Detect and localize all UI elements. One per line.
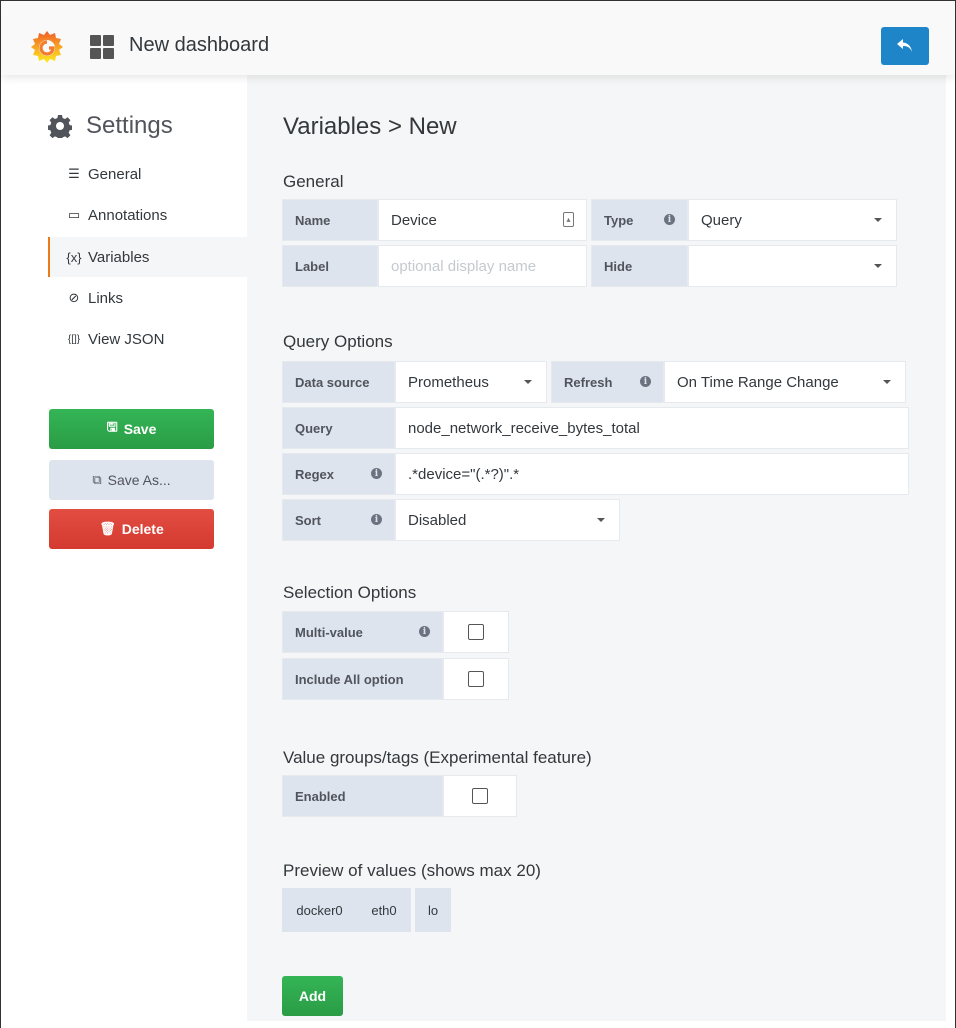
sort-label: Sort i	[282, 499, 395, 541]
comment-icon: ▭	[67, 207, 81, 222]
caret-down-icon	[883, 380, 891, 384]
dashboard-grid-icon[interactable]	[90, 35, 114, 59]
type-select[interactable]: Query	[688, 199, 897, 241]
type-select-value: Query	[701, 211, 742, 229]
sidebar-item-label: View JSON	[88, 330, 165, 348]
sidebar-item-annotations[interactable]: ▭ Annotations	[48, 195, 247, 235]
save-as-label: Save As...	[107, 472, 171, 488]
type-label: Type i	[591, 199, 688, 241]
regex-label-text: Regex	[295, 466, 335, 482]
trash-icon: 🗑	[99, 521, 116, 536]
preview-value-tag: lo	[415, 888, 451, 932]
caret-down-icon	[524, 380, 532, 384]
caret-down-icon	[597, 518, 605, 522]
copy-icon: ⧉	[92, 472, 102, 487]
query-input[interactable]: node_network_receive_bytes_total	[395, 407, 909, 449]
floppy-icon: 🖫	[106, 419, 118, 434]
sidebar-item-label: Annotations	[88, 206, 168, 224]
query-options-heading: Query Options	[283, 332, 393, 351]
preview-value-tag: eth0	[357, 888, 411, 932]
multi-value-toggle[interactable]	[443, 611, 509, 653]
type-label-text: Type	[604, 212, 634, 228]
link-icon: ⊘	[68, 290, 80, 305]
refresh-label-text: Refresh	[564, 374, 613, 390]
enabled-checkbox[interactable]	[472, 788, 488, 804]
sidebar-item-general[interactable]: ☰ General	[48, 154, 247, 194]
include-all-label: Include All option	[282, 658, 443, 700]
regex-input[interactable]: .*device="(.*?)".*	[395, 453, 909, 495]
multi-value-label-text: Multi-value	[295, 624, 363, 640]
preview-value-tag: docker0	[282, 888, 357, 932]
delete-label: Delete	[121, 521, 164, 537]
include-all-checkbox[interactable]	[468, 671, 484, 687]
label-input[interactable]: optional display name	[378, 245, 587, 287]
query-label: Query	[282, 407, 395, 449]
refresh-value: On Time Range Change	[677, 373, 839, 391]
enabled-label: Enabled	[282, 775, 443, 817]
refresh-label: Refresh i	[551, 361, 664, 403]
sidebar-item-label: Links	[88, 289, 124, 307]
caret-down-icon	[874, 264, 882, 268]
caret-down-icon	[874, 218, 882, 222]
preview-heading: Preview of values (shows max 20)	[283, 861, 541, 880]
settings-title: Settings	[86, 112, 173, 139]
regex-label: Regex i	[282, 453, 395, 495]
page-title: Variables > New	[283, 113, 457, 140]
include-all-toggle[interactable]	[443, 658, 509, 700]
autofill-icon: ▴	[563, 212, 574, 227]
sidebar-item-label: Variables	[88, 248, 150, 266]
sidebar-item-links[interactable]: ⊘ Links	[48, 278, 247, 318]
json-icon: {[]}	[67, 333, 81, 345]
sidebar-item-view-json[interactable]: {[]} View JSON	[48, 319, 247, 359]
sort-label-text: Sort	[295, 512, 321, 528]
variable-icon: {x}	[66, 249, 82, 265]
save-label: Save	[123, 421, 157, 437]
top-navbar: New dashboard	[1, 1, 955, 75]
name-input-value: Device	[391, 211, 437, 229]
info-icon[interactable]: i	[664, 214, 675, 225]
value-groups-heading: Value groups/tags (Experimental feature)	[283, 748, 592, 767]
add-button[interactable]: Add	[282, 976, 343, 1016]
refresh-select[interactable]: On Time Range Change	[664, 361, 906, 403]
multi-value-checkbox[interactable]	[468, 624, 484, 640]
enabled-toggle[interactable]	[443, 775, 517, 817]
gear-icon	[48, 115, 72, 138]
delete-button[interactable]: 🗑 Delete	[49, 509, 214, 549]
datasource-label: Data source	[282, 361, 395, 403]
hide-label: Hide	[591, 245, 688, 287]
datasource-select[interactable]: Prometheus	[395, 361, 547, 403]
sort-value: Disabled	[408, 511, 467, 529]
multi-value-label: Multi-value i	[282, 611, 443, 653]
sort-select[interactable]: Disabled	[395, 499, 620, 541]
label-label: Label	[282, 245, 378, 287]
dashboard-title[interactable]: New dashboard	[129, 34, 269, 57]
info-icon[interactable]: i	[371, 514, 382, 525]
selection-options-heading: Selection Options	[283, 583, 417, 602]
hide-select[interactable]	[688, 245, 897, 287]
reply-icon	[897, 39, 912, 52]
sidebar-item-label: General	[88, 165, 142, 183]
sidebar-item-variables[interactable]: {x} Variables	[48, 237, 247, 277]
info-icon[interactable]: i	[640, 376, 651, 387]
info-icon[interactable]: i	[371, 468, 382, 479]
save-as-button[interactable]: ⧉ Save As...	[49, 460, 214, 500]
sliders-icon: ☰	[68, 166, 80, 181]
datasource-value: Prometheus	[408, 373, 489, 391]
name-input[interactable]: Device ▴	[378, 199, 587, 241]
back-button[interactable]	[881, 27, 929, 65]
settings-heading: Settings	[48, 112, 173, 140]
name-label: Name	[282, 199, 378, 241]
save-button[interactable]: 🖫 Save	[49, 409, 214, 449]
general-heading: General	[283, 172, 344, 191]
info-icon[interactable]: i	[419, 626, 430, 637]
grafana-logo-icon[interactable]	[28, 28, 66, 66]
